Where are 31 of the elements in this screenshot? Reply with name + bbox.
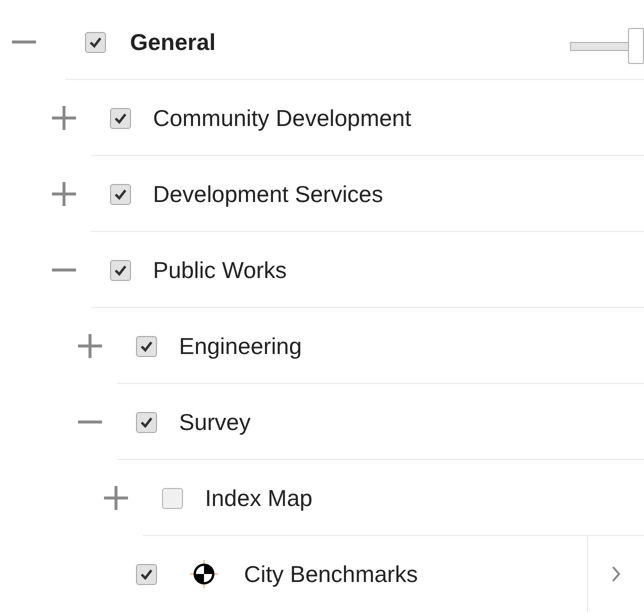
expand-icon[interactable]	[104, 486, 128, 510]
expand-icon[interactable]	[78, 334, 102, 358]
opacity-slider[interactable]	[570, 28, 644, 64]
checkbox[interactable]	[136, 412, 157, 432]
layer-label: Public Works	[153, 256, 287, 285]
checkbox[interactable]	[110, 260, 131, 280]
checkbox[interactable]	[110, 108, 131, 128]
checkmark-icon	[140, 340, 153, 352]
layer-label: Engineering	[179, 332, 302, 361]
slider-thumb[interactable]	[628, 28, 644, 64]
layer-label: Index Map	[205, 484, 312, 513]
checkbox[interactable]	[136, 564, 157, 584]
benchmark-symbol-icon	[189, 559, 219, 589]
layer-label: Development Services	[153, 180, 384, 209]
checkmark-icon	[140, 416, 153, 428]
checkmark-icon	[140, 568, 153, 580]
checkbox[interactable]	[85, 32, 106, 52]
checkbox[interactable]	[110, 184, 131, 204]
chevron-right-icon[interactable]	[611, 565, 621, 583]
checkbox[interactable]	[136, 336, 157, 356]
expand-icon[interactable]	[52, 106, 76, 130]
layer-label: City Benchmarks	[244, 560, 418, 589]
layer-label: General	[130, 28, 216, 57]
checkmark-icon	[114, 264, 127, 276]
checkmark-icon	[89, 36, 102, 48]
expand-icon[interactable]	[52, 182, 76, 206]
checkmark-icon	[114, 112, 127, 124]
checkmark-icon	[114, 188, 127, 200]
layer-label: Community Development	[153, 104, 412, 133]
layer-label: Survey	[179, 408, 251, 437]
checkbox[interactable]	[162, 488, 183, 508]
